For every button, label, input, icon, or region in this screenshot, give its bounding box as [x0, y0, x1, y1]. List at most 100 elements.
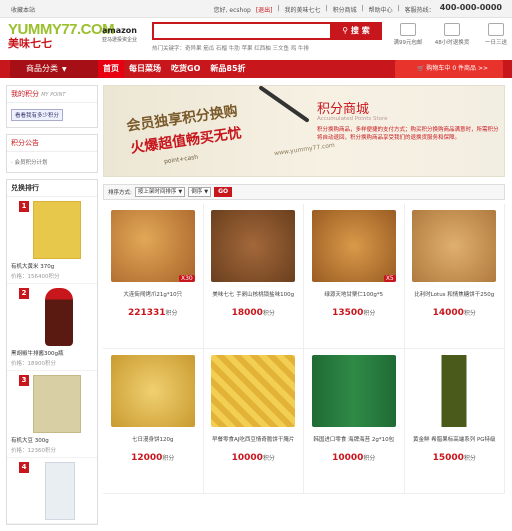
nav-item-foodie-go[interactable]: 吃货GO — [166, 60, 205, 78]
rank-item-name: 黑胡椒牛排酱300g瓶 — [11, 351, 64, 357]
service-delivery: 一日三送 — [478, 23, 512, 46]
nav-item-daily-market[interactable]: 每日菜场 — [124, 60, 166, 78]
hot-keywords[interactable]: 热门关键字：奇异果 筋瓜 石榴 牛肋 苹果 红西柚 三文鱼 鸡 牛排 — [152, 44, 309, 52]
search-button[interactable]: ⚲ 搜 索 — [330, 22, 382, 40]
hotline-number: 400-000-0000 — [439, 3, 502, 12]
logout-link[interactable]: [退出] — [256, 5, 273, 14]
rank-box: 兑换排行 1 有机大黄米 370g 价格：156400积分 2 黑胡椒牛排酱30… — [6, 179, 98, 525]
product-name: 比利时Lotus 和情焦糖饼干250g — [414, 292, 495, 298]
cart-button[interactable]: 🛒 购物车中 0 件商品 >> — [395, 60, 503, 78]
rank-item[interactable]: 2 黑胡椒牛排酱300g瓶 价格：18900积分 — [7, 284, 97, 371]
search-icon: ⚲ — [342, 26, 349, 35]
product-points: 15000 — [432, 453, 464, 463]
product-name: 七日漫身饼120g — [132, 437, 174, 443]
product-name: 美味七七 手剥山核桃锁盐味100g — [212, 292, 295, 298]
chevron-down-icon: ▼ — [204, 189, 209, 195]
product-image — [33, 201, 81, 259]
product-image — [45, 462, 75, 520]
product-card[interactable]: X30 大连街闯烤爪21g*10只 221331积分 — [103, 204, 204, 349]
rank-number: 2 — [19, 288, 29, 299]
return-icon — [444, 23, 460, 36]
product-name: 绿源天地甘栗仁100g*5 — [324, 292, 384, 298]
banner-line3: point+cash — [163, 153, 199, 166]
main-nav: 商品分类 ▼ 首页 每日菜场 吃货GO 新品85折 🛒 购物车中 0 件商品 >> — [0, 60, 512, 78]
quantity-badge: X5 — [383, 275, 396, 282]
header: YUMMY77.COM 美味七七 amazon 亚马逊投资企业 ⚲ 搜 索 热门… — [0, 18, 512, 60]
top-bar: 收藏本站 您好, ecshop [退出] | 我的美味七七 | 积分商城 | 帮… — [0, 0, 512, 18]
rank-number: 4 — [19, 462, 29, 473]
banner-subtitle: Accumulated Points Store — [317, 116, 388, 122]
product-card[interactable]: 早餐零食AJ吃西豆情奇脆饼干腌片 10000积分 — [203, 349, 304, 494]
product-points: 221331 — [127, 308, 166, 318]
product-image — [45, 288, 73, 346]
product-grid: X30 大连街闯烤爪21g*10只 221331积分 美味七七 手剥山核桃锁盐味… — [103, 204, 505, 494]
chevron-down-icon: ▼ — [62, 66, 67, 73]
favorite-link[interactable]: 收藏本站 — [11, 5, 35, 14]
rank-item[interactable]: 3 有机大豆 300g 价格：12360积分 — [7, 371, 97, 458]
top-right-links: 您好, ecshop [退出] | 我的美味七七 | 积分商城 | 帮助中心 |… — [213, 3, 502, 14]
notice-box: 积分公告 · 会员积分计划 — [6, 134, 98, 173]
amazon-logo: amazon 亚马逊投资企业 — [102, 26, 138, 43]
greeting-text: 您好, ecshop — [213, 7, 251, 14]
product-image — [211, 210, 296, 282]
quantity-badge: X30 — [179, 275, 195, 282]
order-select[interactable]: 倒序 ▼ — [188, 187, 212, 197]
banner-description: 积分换购商品，多样便捷的支付方式；购买积分换购商品满意时，所需积分将自动退回，积… — [317, 127, 499, 141]
pen-icon — [258, 86, 310, 123]
product-name: 早餐零食AJ吃西豆情奇脆饼干腌片 — [212, 437, 295, 443]
notice-link[interactable]: 会员积分计划 — [15, 160, 48, 166]
service-return: 48小时退换货 — [434, 23, 470, 46]
product-image — [412, 210, 497, 282]
product-name: 黄金鲜 希腊果标高端系列 PG特级 — [412, 437, 496, 443]
points-banner[interactable]: 会员独享积分换购 火爆超值畅买无忧 point+cash www.yummy77… — [103, 85, 505, 177]
service-free-shipping: 满99元包邮 — [390, 23, 426, 46]
product-card[interactable]: 七日漫身饼120g 12000积分 — [103, 349, 204, 494]
product-points: 10000 — [332, 453, 364, 463]
cart-icon: 🛒 — [417, 65, 425, 72]
product-name: 大连街闯烤爪21g*10只 — [123, 292, 183, 298]
product-image — [33, 375, 81, 433]
hotline-label: 客服热线： — [404, 7, 435, 14]
sidebar: 我的积分 MY POINT 看看我有多少积分 积分公告 · 会员积分计划 兑换排… — [6, 85, 98, 531]
product-image — [412, 355, 497, 427]
my-points-title: 我的积分 — [11, 90, 39, 98]
product-card[interactable]: X5 绿源天地甘栗仁100g*5 13500积分 — [304, 204, 405, 349]
nav-item-new-discount[interactable]: 新品85折 — [205, 60, 250, 78]
notice-title: 积分公告 — [7, 135, 97, 152]
sort-bar: 排序方式: 按上架时间排序 ▼ 倒序 ▼ GO — [103, 184, 505, 200]
product-card[interactable]: 美味七七 手剥山核桃锁盐味100g 18000积分 — [203, 204, 304, 349]
rank-item-price: 价格：12360积分 — [11, 448, 56, 454]
rank-item[interactable]: 4 — [7, 458, 97, 524]
product-points: 18000 — [231, 308, 263, 318]
amazon-subtitle: 亚马逊投资企业 — [102, 37, 138, 43]
points-mall-link[interactable]: 积分商城 — [333, 5, 357, 14]
my-yummy-link[interactable]: 我的美味七七 — [285, 5, 321, 14]
rank-item-price: 价格：156400积分 — [11, 274, 60, 280]
rank-item-price: 价格：18900积分 — [11, 361, 56, 367]
gift-icon — [400, 23, 416, 36]
chevron-right-icon: >> — [477, 65, 489, 72]
nav-item-home[interactable]: 首页 — [98, 60, 124, 78]
rank-number: 3 — [19, 375, 29, 386]
sort-select[interactable]: 按上架时间排序 ▼ — [134, 187, 186, 197]
help-link[interactable]: 帮助中心 — [369, 5, 393, 14]
product-image — [211, 355, 296, 427]
go-button[interactable]: GO — [214, 187, 233, 197]
product-points: 14000 — [432, 308, 464, 318]
product-points: 13500 — [332, 308, 364, 318]
product-card[interactable]: 黄金鲜 希腊果标高端系列 PG特级 15000积分 — [404, 349, 505, 494]
product-image — [311, 355, 396, 427]
rank-item[interactable]: 1 有机大黄米 370g 价格：156400积分 — [7, 197, 97, 284]
product-image — [110, 355, 195, 427]
delivery-icon — [488, 23, 504, 36]
product-card[interactable]: 韩国进口零食 海牌海苔 2g*10包 10000积分 — [304, 349, 405, 494]
product-points: 12000 — [131, 453, 163, 463]
rank-item-name: 有机大黄米 370g — [11, 264, 55, 270]
product-card[interactable]: 比利时Lotus 和情焦糖饼干250g 14000积分 — [404, 204, 505, 349]
category-menu[interactable]: 商品分类 ▼ — [10, 60, 98, 78]
search-input[interactable] — [156, 25, 324, 38]
chevron-down-icon: ▼ — [178, 189, 183, 195]
check-points-button[interactable]: 看看我有多少积分 — [11, 109, 64, 121]
service-icons: 满99元包邮 48小时退换货 一日三送 — [390, 23, 512, 46]
site-logo[interactable]: YUMMY77.COM 美味七七 — [8, 21, 115, 55]
